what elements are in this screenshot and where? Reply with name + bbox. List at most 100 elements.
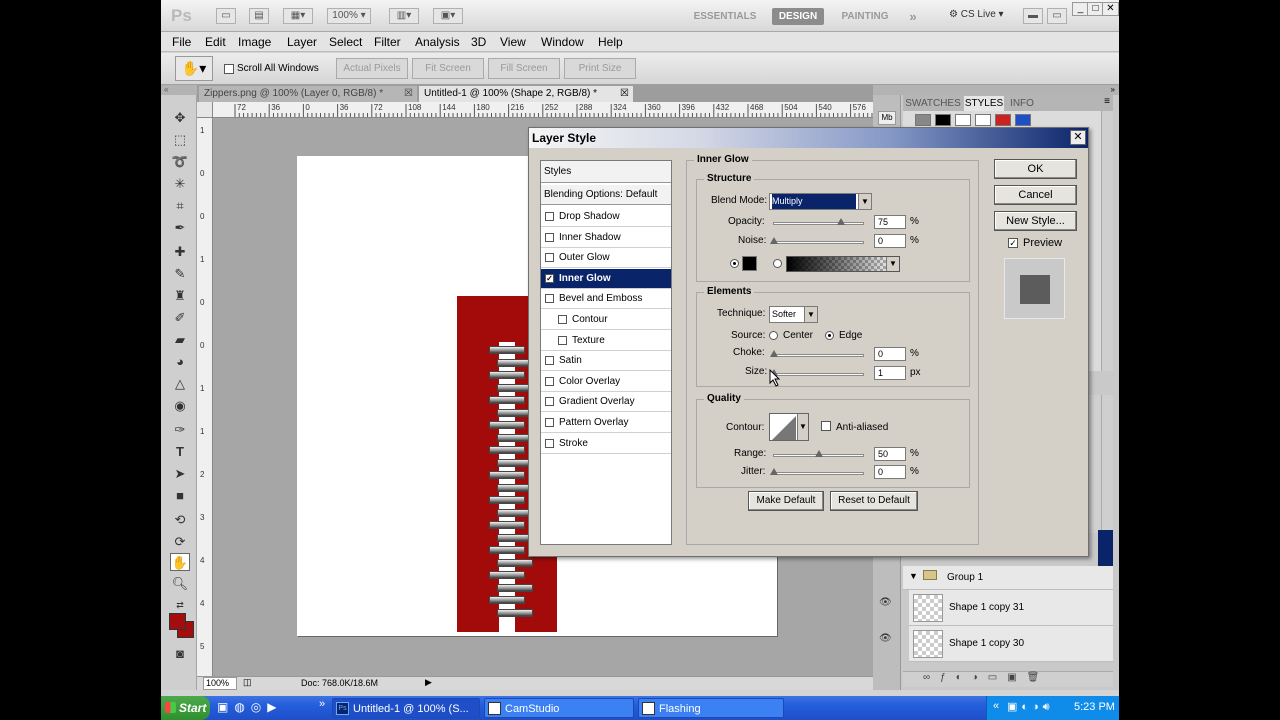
jitter-slider[interactable]	[770, 468, 864, 475]
menu-select[interactable]: Select	[329, 35, 362, 49]
task-camstudio[interactable]: CamStudio	[484, 698, 634, 718]
make-default-button[interactable]: Make Default	[748, 491, 824, 511]
crop-tool-icon[interactable]: ⌗	[170, 197, 190, 215]
style-item[interactable]: Contour	[541, 310, 671, 330]
layer-row[interactable]: Shape 1 copy 30	[909, 626, 1113, 662]
scroll-all-windows-checkbox[interactable]	[224, 64, 234, 74]
close-tab-icon[interactable]: ☒	[404, 86, 413, 101]
zoom-field[interactable]: 100%	[203, 677, 237, 690]
preview-checkbox[interactable]: ✓	[1008, 238, 1018, 248]
style-item[interactable]: Satin	[541, 351, 671, 372]
actual-pixels-button[interactable]: Actual Pixels	[336, 58, 408, 79]
solid-color-radio[interactable]	[730, 259, 739, 268]
menu-layer[interactable]: Layer	[287, 35, 317, 49]
layers-panel-footer-icons[interactable]: ∞ƒ◐◑▭▣🗑︎	[903, 671, 1113, 687]
gradient-radio[interactable]	[773, 259, 782, 268]
style-swatch[interactable]	[975, 114, 991, 126]
menu-window[interactable]: Window	[541, 35, 584, 49]
start-button[interactable]: Start	[161, 696, 210, 720]
more-workspaces-button[interactable]: »	[903, 8, 923, 25]
chevron-down-icon[interactable]: ▼	[886, 257, 899, 271]
style-item[interactable]: Gradient Overlay	[541, 392, 671, 413]
style-checkbox[interactable]	[545, 438, 554, 448]
move-tool-icon[interactable]: ✥	[170, 109, 190, 127]
style-checkbox[interactable]	[545, 212, 554, 221]
swap-colors-icon[interactable]: ⇄	[170, 596, 190, 614]
fit-screen-button[interactable]: Fit Screen	[412, 58, 484, 79]
style-checkbox[interactable]	[545, 356, 554, 366]
path-selection-tool-icon[interactable]: ➤	[170, 465, 190, 483]
choke-slider[interactable]	[770, 350, 864, 357]
layer-row[interactable]: Shape 1 copy 31	[909, 590, 1113, 626]
technique-select[interactable]: Softer ▼	[769, 306, 818, 323]
tray-icons[interactable]: ▣◐◑🔊︎	[1007, 700, 1054, 714]
anti-aliased-checkbox[interactable]	[821, 421, 831, 431]
blending-options-item[interactable]: Blending Options: Default	[541, 185, 671, 205]
chevron-down-icon[interactable]: ▼	[797, 414, 808, 440]
status-menu-arrow-icon[interactable]: ▶	[425, 677, 432, 688]
style-item[interactable]: Inner Shadow	[541, 228, 671, 248]
style-swatch[interactable]	[935, 114, 951, 126]
style-item[interactable]: Outer Glow	[541, 248, 671, 269]
menu-filter[interactable]: Filter	[374, 35, 401, 49]
workspace-design[interactable]: DESIGN	[772, 8, 824, 25]
style-checkbox[interactable]	[545, 232, 554, 242]
close-tab-icon[interactable]: ☒	[620, 86, 629, 101]
tab-untitled-1[interactable]: Untitled-1 @ 100% (Shape 2, RGB/8) * ☒	[419, 86, 633, 102]
source-edge-radio[interactable]	[825, 331, 834, 340]
cs-live-button[interactable]: ⚙ CS Live ▾	[949, 9, 1004, 20]
slider-thumb[interactable]	[770, 350, 778, 357]
menu-analysis[interactable]: Analysis	[415, 35, 460, 49]
print-size-button[interactable]: Print Size	[564, 58, 636, 79]
style-checkbox[interactable]	[558, 335, 567, 345]
blend-mode-select[interactable]: Multiply ▼	[769, 193, 872, 210]
launch-bridge-button[interactable]: ▭	[216, 8, 236, 24]
panel-toggle-button[interactable]: ▬	[1023, 8, 1043, 24]
eyedropper-tool-icon[interactable]: ✒	[170, 219, 190, 237]
blur-tool-icon[interactable]: △	[170, 375, 190, 393]
style-item[interactable]: Drop Shadow	[541, 207, 671, 227]
task-photoshop[interactable]: Ps Untitled-1 @ 100% (S...	[332, 698, 480, 718]
style-checkbox[interactable]	[545, 294, 554, 304]
style-swatch[interactable]	[995, 114, 1011, 126]
source-center-radio[interactable]	[769, 331, 778, 340]
panel-collapse-icon[interactable]: »	[873, 85, 1119, 95]
size-field[interactable]: 1	[874, 366, 906, 380]
eraser-tool-icon[interactable]: ▰	[170, 331, 190, 349]
new-style-button[interactable]: New Style...	[994, 211, 1077, 231]
mini-bridge-icon[interactable]: Mb	[878, 111, 896, 125]
3d-rotate-tool-icon[interactable]: ⟲	[170, 511, 190, 529]
adjustments-scrollbar[interactable]	[1101, 395, 1113, 533]
brush-tool-icon[interactable]: ✎	[170, 265, 190, 283]
size-slider[interactable]	[770, 369, 864, 376]
workspace-essentials[interactable]: ESSENTIALS	[691, 8, 759, 25]
range-slider[interactable]	[773, 450, 864, 457]
screen-mode-button[interactable]: ▣▾	[433, 8, 463, 24]
quick-launch-icons[interactable]: ▣◍◎▶	[217, 700, 283, 714]
slider-thumb[interactable]	[814, 450, 823, 457]
shape-tool-icon[interactable]: ■	[170, 487, 190, 505]
fill-screen-button[interactable]: Fill Screen	[488, 58, 560, 79]
layer-group-row[interactable]: ▼ Group 1	[903, 566, 1113, 590]
opacity-slider[interactable]	[773, 218, 864, 225]
dialog-close-button[interactable]: ✕	[1070, 130, 1086, 145]
lasso-tool-icon[interactable]: ➰	[170, 153, 190, 171]
3d-orbit-tool-icon[interactable]: ⟳	[170, 533, 190, 551]
close-window-button[interactable]: ✕	[1102, 2, 1119, 16]
expand-group-icon[interactable]: ▼	[909, 571, 918, 581]
quick-launch-more-icon[interactable]: »	[319, 698, 325, 710]
menu-file[interactable]: File	[172, 35, 191, 49]
task-flashing[interactable]: Flashing	[638, 698, 784, 718]
status-icon[interactable]: ◫	[243, 677, 252, 688]
tab-swatches[interactable]: SWATCHES	[903, 96, 963, 111]
choke-field[interactable]: 0	[874, 347, 906, 361]
paint-bucket-tool-icon[interactable]: ◕	[170, 353, 190, 371]
launch-minibridge-button[interactable]: ▤	[249, 8, 269, 24]
slider-thumb[interactable]	[770, 237, 778, 244]
workspace-painting[interactable]: PAINTING	[833, 8, 897, 25]
menu-edit[interactable]: Edit	[205, 35, 226, 49]
zoom-level-select[interactable]: 100% ▾	[327, 8, 371, 24]
cancel-button[interactable]: Cancel	[994, 185, 1077, 205]
menu-image[interactable]: Image	[238, 35, 271, 49]
glow-color-swatch[interactable]	[742, 256, 757, 271]
